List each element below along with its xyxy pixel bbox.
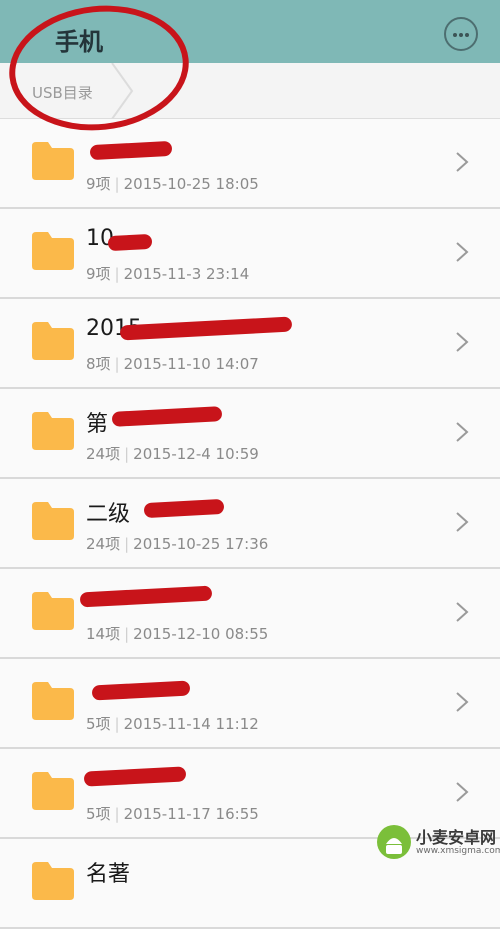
chevron-right-icon bbox=[456, 152, 469, 172]
folder-row[interactable]: 2015 8项 | 2015-11-10 14:07 bbox=[0, 299, 500, 389]
watermark-url: www.xmsigma.com bbox=[416, 846, 500, 856]
redaction-mark bbox=[79, 585, 213, 608]
folder-icon bbox=[32, 862, 74, 900]
folder-name: 二级 bbox=[86, 502, 131, 527]
redaction-mark bbox=[89, 140, 173, 161]
redaction-mark bbox=[91, 680, 191, 701]
redaction-mark bbox=[83, 766, 187, 787]
folder-icon bbox=[32, 412, 74, 450]
chevron-right-icon bbox=[456, 512, 469, 532]
folder-list: 9项 | 2015-10-25 18:05 10 9项 | 2015-11-3 23:1… bbox=[0, 119, 500, 929]
watermark: 小麦安卓网 www.xmsigma.com bbox=[372, 822, 500, 862]
folder-row[interactable]: 第 24项 | 2015-12-4 10:59 bbox=[0, 389, 500, 479]
redaction-mark bbox=[111, 406, 223, 427]
folder-name: 名著 bbox=[86, 862, 131, 887]
folder-icon bbox=[32, 502, 74, 540]
folder-row[interactable]: 9项 | 2015-10-25 18:05 bbox=[0, 119, 500, 209]
chevron-right-icon bbox=[456, 242, 469, 262]
android-logo-icon bbox=[377, 825, 411, 859]
folder-meta: 24项 | 2015-10-25 17:36 bbox=[86, 535, 269, 553]
chevron-right-icon bbox=[456, 782, 469, 802]
chevron-right-icon bbox=[456, 602, 469, 622]
folder-row[interactable]: 5项 | 2015-11-14 11:12 bbox=[0, 659, 500, 749]
redaction-mark bbox=[119, 316, 293, 341]
redaction-mark bbox=[107, 233, 153, 252]
folder-icon bbox=[32, 592, 74, 630]
folder-icon bbox=[32, 232, 74, 270]
folder-meta: 9项 | 2015-10-25 18:05 bbox=[86, 175, 259, 193]
folder-row[interactable]: 二级 24项 | 2015-10-25 17:36 bbox=[0, 479, 500, 569]
chevron-right-icon bbox=[456, 692, 469, 712]
folder-meta: 9项 | 2015-11-3 23:14 bbox=[86, 265, 250, 283]
chevron-right-icon bbox=[456, 422, 469, 442]
folder-meta: 5项 | 2015-11-17 16:55 bbox=[86, 805, 259, 823]
folder-row[interactable]: 14项 | 2015-12-10 08:55 bbox=[0, 569, 500, 659]
folder-row[interactable]: 10 9项 | 2015-11-3 23:14 bbox=[0, 209, 500, 299]
folder-meta: 8项 | 2015-11-10 14:07 bbox=[86, 355, 259, 373]
folder-meta: 14项 | 2015-12-10 08:55 bbox=[86, 625, 269, 643]
folder-meta: 5项 | 2015-11-14 11:12 bbox=[86, 715, 259, 733]
more-dots-icon[interactable] bbox=[444, 17, 478, 51]
folder-meta: 24项 | 2015-12-4 10:59 bbox=[86, 445, 259, 463]
folder-icon bbox=[32, 322, 74, 360]
folder-icon bbox=[32, 682, 74, 720]
watermark-title: 小麦安卓网 bbox=[416, 828, 497, 847]
chevron-right-icon bbox=[456, 332, 469, 352]
folder-icon bbox=[32, 142, 74, 180]
redaction-mark bbox=[143, 498, 225, 519]
folder-name: 第 bbox=[86, 412, 109, 437]
folder-icon bbox=[32, 772, 74, 810]
